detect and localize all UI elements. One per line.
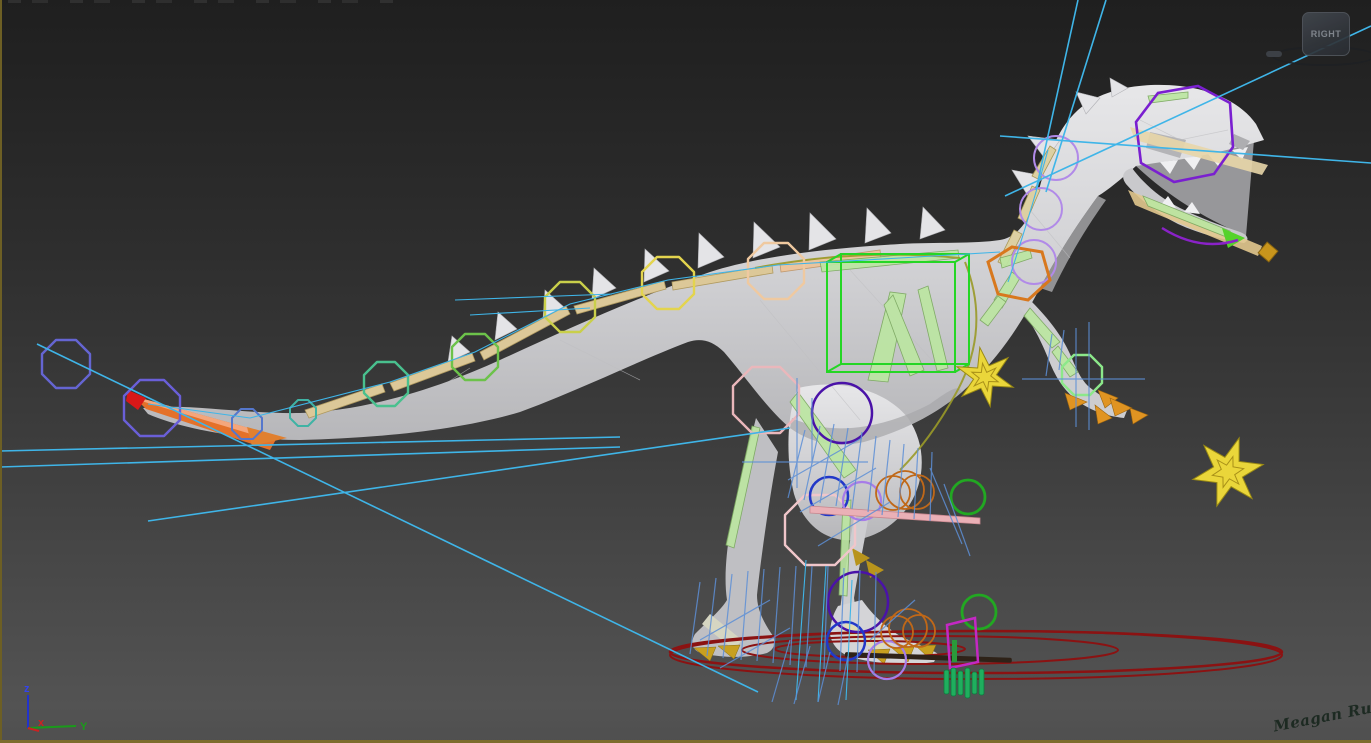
viewport-border-left bbox=[0, 0, 2, 743]
axis-y-label: Y bbox=[80, 721, 88, 733]
viewcube-face-label[interactable]: RIGHT bbox=[1311, 29, 1342, 39]
raptor-mesh[interactable] bbox=[143, 77, 1264, 665]
world-axis-gizmo: z x Y bbox=[24, 683, 88, 733]
viewcube-ring-handle-left[interactable] bbox=[1266, 51, 1282, 57]
viewport-canvas[interactable]: z x Y RIGHT Meagan Ruttan bbox=[0, 0, 1371, 743]
snout-end-bone bbox=[1257, 241, 1279, 263]
axis-x-label: x bbox=[38, 717, 45, 729]
scene-3d[interactable]: z x Y bbox=[0, 0, 1371, 743]
foot-plate-bone bbox=[952, 640, 957, 662]
viewport-label-clipped bbox=[8, 0, 398, 3]
tail-tip-selected-bone bbox=[126, 390, 146, 410]
axis-z-label: z bbox=[24, 683, 30, 695]
viewcube-face[interactable]: RIGHT bbox=[1302, 12, 1350, 56]
star-controls[interactable] bbox=[948, 342, 1270, 510]
viewcube[interactable]: RIGHT bbox=[1266, 10, 1371, 68]
